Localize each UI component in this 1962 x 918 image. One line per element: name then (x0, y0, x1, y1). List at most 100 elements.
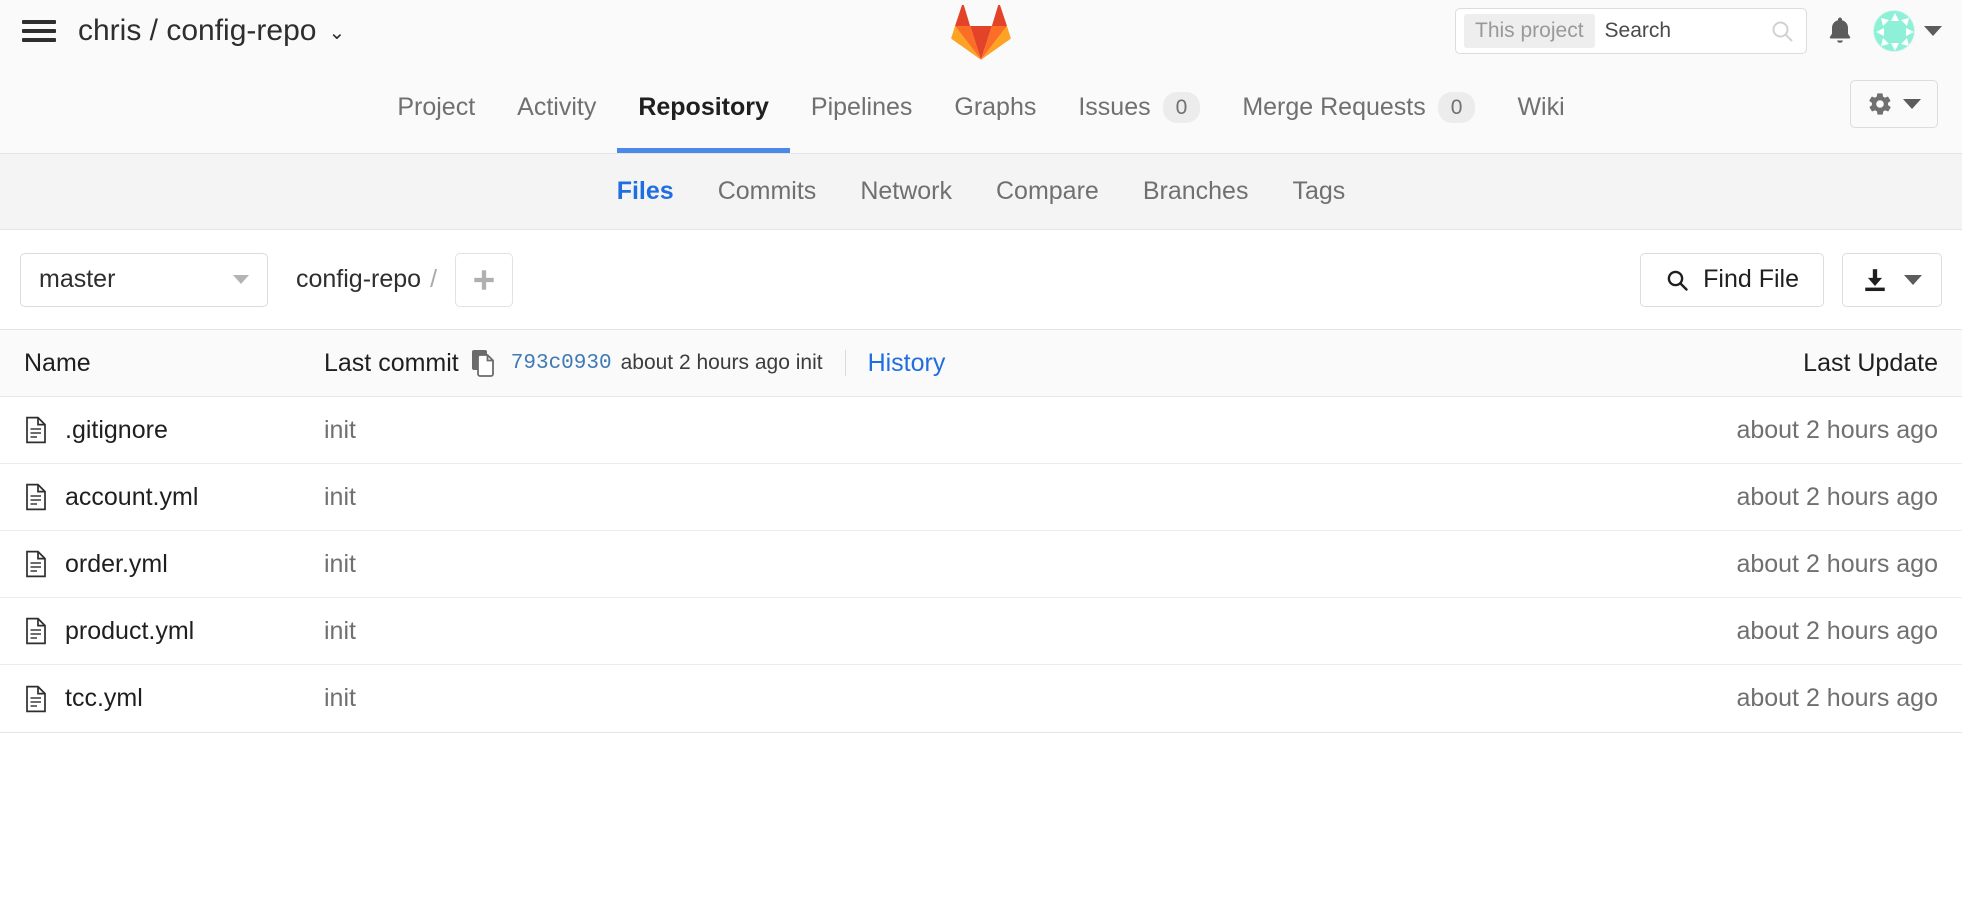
subnav-item-commits[interactable]: Commits (696, 177, 839, 206)
gear-icon (1869, 93, 1891, 115)
file-icon (26, 416, 46, 444)
top-header-bar: chris / config-repo ⌄ This project (0, 0, 1962, 62)
add-to-repository-button[interactable] (455, 252, 514, 307)
chevron-down-icon: ⌄ (328, 22, 346, 44)
file-icon (26, 617, 46, 645)
subnav-item-tags[interactable]: Tags (1270, 177, 1367, 206)
file-icon (26, 483, 46, 511)
project-settings-button[interactable] (1850, 80, 1938, 128)
file-commit-message: init (324, 549, 356, 578)
nav-item-graphs[interactable]: Graphs (933, 62, 1057, 153)
file-name[interactable]: tcc.yml (65, 684, 143, 713)
file-icon (26, 550, 46, 578)
last-commit-summary: Last commit 793c0930 about 2 hours ago i… (324, 349, 1638, 378)
subnav-item-network[interactable]: Network (838, 177, 974, 206)
nav-item-activity[interactable]: Activity (496, 62, 617, 153)
branch-name: master (39, 265, 116, 293)
column-header-name: Name (24, 348, 91, 377)
table-row[interactable]: order.yml init about 2 hours ago (0, 531, 1962, 598)
table-header-row: Name Last commit 793c0930 about 2 hours … (0, 330, 1962, 397)
user-menu[interactable] (1873, 10, 1942, 52)
file-name[interactable]: product.yml (65, 617, 194, 646)
file-commit-message: init (324, 684, 356, 712)
search-scope-badge[interactable]: This project (1464, 14, 1595, 48)
path-breadcrumb: config-repo / (296, 265, 437, 294)
file-last-update: about 2 hours ago (1736, 616, 1938, 645)
find-file-button[interactable]: Find File (1640, 252, 1824, 307)
bell-icon[interactable] (1825, 14, 1855, 48)
file-name[interactable]: .gitignore (65, 416, 168, 445)
column-header-last-update: Last Update (1803, 348, 1938, 377)
nav-item-repository[interactable]: Repository (617, 62, 790, 153)
chevron-down-icon (1903, 99, 1921, 109)
file-name[interactable]: order.yml (65, 550, 168, 579)
header-right-actions: This project (1455, 0, 1942, 62)
chevron-down-icon (1904, 274, 1922, 285)
file-last-update: about 2 hours ago (1736, 482, 1938, 511)
issues-count-badge: 0 (1162, 91, 1201, 124)
nav-item-issues[interactable]: Issues 0 (1057, 62, 1221, 153)
nav-label: Pipelines (810, 93, 913, 121)
file-commit-message: init (324, 482, 356, 511)
file-last-update: about 2 hours ago (1736, 415, 1938, 444)
file-icon (26, 685, 46, 712)
file-commit-message: init (324, 616, 356, 645)
nav-label: Wiki (1517, 93, 1565, 121)
divider (844, 350, 846, 376)
table-row[interactable]: .gitignore init about 2 hours ago (0, 397, 1962, 464)
file-commit-message: init (324, 415, 356, 444)
copy-icon[interactable] (471, 349, 497, 377)
plus-icon (474, 269, 494, 290)
table-row[interactable]: tcc.yml init about 2 hours ago (0, 665, 1962, 732)
subnav-item-branches[interactable]: Branches (1121, 177, 1271, 206)
breadcrumb-separator: / (430, 265, 438, 293)
avatar[interactable] (1873, 10, 1915, 52)
breadcrumb-root[interactable]: config-repo (296, 265, 421, 294)
search-input[interactable] (1604, 19, 1760, 43)
toolbar-right-actions: Find File (1640, 252, 1942, 307)
repository-toolbar: master config-repo / Find File (0, 230, 1962, 329)
nav-label: Merge Requests (1242, 93, 1426, 121)
repository-sub-navigation: Files Commits Network Compare Branches T… (0, 154, 1962, 230)
table-row[interactable]: product.yml init about 2 hours ago (0, 598, 1962, 665)
nav-item-pipelines[interactable]: Pipelines (790, 62, 933, 153)
nav-label: Repository (638, 93, 769, 121)
nav-item-merge-requests[interactable]: Merge Requests 0 (1221, 62, 1496, 153)
branch-selector[interactable]: master (20, 252, 268, 307)
nav-item-wiki[interactable]: Wiki (1496, 62, 1585, 153)
hamburger-menu-icon[interactable] (22, 18, 56, 44)
history-link[interactable]: History (868, 349, 946, 378)
file-name-cell[interactable]: product.yml (24, 617, 324, 646)
commit-sha-link[interactable]: 793c0930 (511, 352, 612, 375)
nav-label: Activity (517, 93, 597, 121)
main-nav-items: Project Activity Repository Pipelines Gr… (376, 62, 1585, 153)
nav-label: Graphs (954, 93, 1037, 121)
download-icon (1865, 268, 1885, 291)
file-name-cell[interactable]: order.yml (24, 550, 324, 579)
project-title-text: chris / config-repo (78, 14, 317, 47)
search-icon (1667, 270, 1688, 291)
file-name-cell[interactable]: account.yml (24, 483, 324, 512)
commit-meta-text: about 2 hours ago init (620, 351, 823, 374)
file-name-cell[interactable]: tcc.yml (24, 684, 324, 713)
file-list-table: Name Last commit 793c0930 about 2 hours … (0, 329, 1962, 733)
file-name[interactable]: account.yml (65, 483, 198, 512)
nav-label: Project (397, 93, 476, 121)
find-file-label: Find File (1703, 265, 1799, 293)
nav-label: Issues (1078, 93, 1151, 121)
table-row[interactable]: account.yml init about 2 hours ago (0, 464, 1962, 531)
avatar-identicon (1874, 11, 1914, 51)
nav-item-project[interactable]: Project (376, 62, 496, 153)
subnav-item-files[interactable]: Files (595, 177, 696, 206)
search-box[interactable]: This project (1455, 8, 1807, 54)
search-icon (1772, 21, 1793, 42)
subnav-item-compare[interactable]: Compare (974, 177, 1121, 206)
file-last-update: about 2 hours ago (1736, 684, 1938, 712)
download-button[interactable] (1842, 252, 1942, 307)
gitlab-logo[interactable] (949, 3, 1013, 61)
chevron-down-icon[interactable] (1924, 26, 1942, 36)
merge-requests-count-badge: 0 (1437, 91, 1476, 124)
main-navigation: Project Activity Repository Pipelines Gr… (0, 62, 1962, 154)
project-breadcrumb-title[interactable]: chris / config-repo ⌄ (78, 14, 345, 48)
file-name-cell[interactable]: .gitignore (24, 416, 324, 445)
